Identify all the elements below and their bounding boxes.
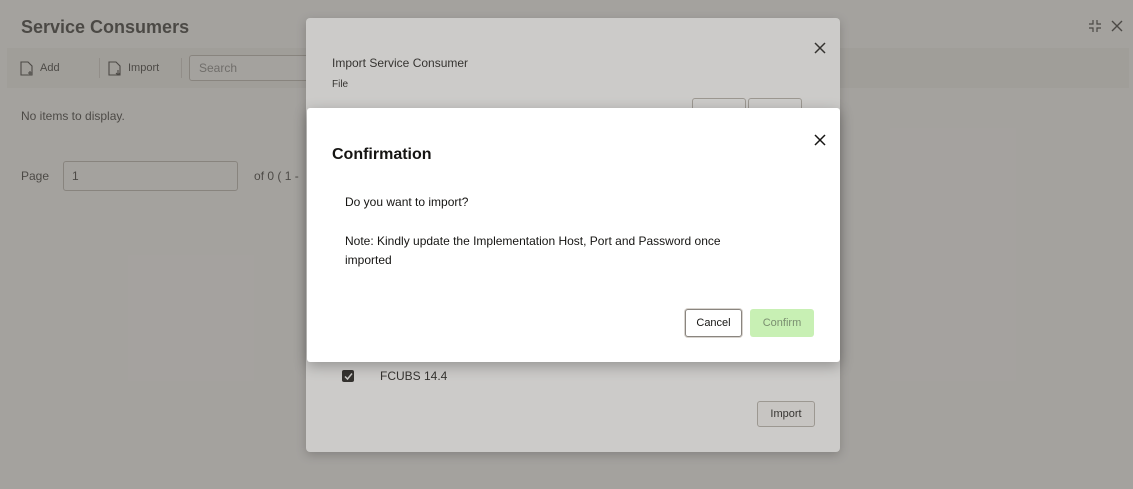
confirmation-note: Note: Kindly update the Implementation H… — [345, 234, 721, 267]
confirm-button[interactable]: Confirm — [750, 309, 814, 337]
confirmation-question: Do you want to import? — [345, 195, 469, 209]
confirmation-close-icon[interactable] — [812, 132, 828, 148]
confirmation-dialog: Confirmation Do you want to import? Note… — [307, 108, 840, 362]
confirmation-title: Confirmation — [332, 146, 432, 163]
cancel-button[interactable]: Cancel — [685, 309, 742, 337]
